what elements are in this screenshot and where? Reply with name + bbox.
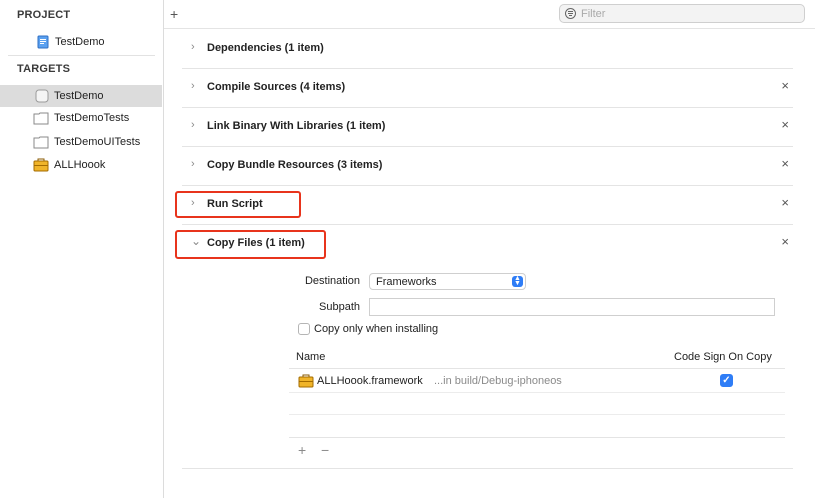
filter-input[interactable]: Filter — [559, 4, 805, 23]
updown-arrows-icon: ▲ ▼ — [512, 275, 523, 287]
toolbox-icon — [298, 374, 314, 391]
sidebar-item-target-testdemo[interactable]: TestDemo — [0, 85, 162, 107]
phase-link-binary[interactable]: › Link Binary With Libraries (1 item) × — [182, 107, 793, 147]
chevron-right-icon[interactable]: › — [191, 80, 195, 92]
remove-phase-button[interactable]: × — [781, 234, 789, 249]
framework-location: ...in build/Debug-iphoneos — [434, 375, 562, 387]
target-app-icon — [35, 89, 49, 103]
table-row-empty — [289, 392, 785, 415]
phase-compile-sources[interactable]: › Compile Sources (4 items) × — [182, 68, 793, 108]
build-phases-panel: + Filter › Dependencies (1 item) › Compi… — [164, 0, 815, 498]
framework-name: ALLHoook.framework — [317, 375, 423, 387]
add-file-button[interactable]: + — [298, 442, 306, 458]
column-header-code-sign[interactable]: Code Sign On Copy — [674, 351, 772, 363]
sidebar-item-label: TestDemoTests — [54, 112, 130, 124]
phase-title: Compile Sources (4 items) — [207, 81, 346, 93]
column-header-name[interactable]: Name — [296, 351, 325, 363]
phase-dependencies[interactable]: › Dependencies (1 item) — [182, 29, 793, 69]
sidebar-item-target-testdemotests[interactable]: TestDemoTests — [0, 107, 162, 129]
remove-file-button[interactable]: − — [321, 442, 329, 458]
highlight-box-run-script — [175, 191, 301, 218]
sidebar-item-project[interactable]: TestDemo — [0, 31, 162, 53]
code-sign-checkbox[interactable]: ✓ — [720, 374, 733, 387]
build-phases-toolbar: + Filter — [164, 0, 815, 29]
sidebar-item-label: TestDemoUITests — [54, 136, 141, 148]
copy-only-checkbox[interactable] — [298, 323, 310, 335]
target-folder-icon — [33, 111, 49, 125]
sidebar-item-target-testdemouitests[interactable]: TestDemoUITests — [0, 131, 162, 153]
chevron-right-icon[interactable]: › — [191, 158, 195, 170]
destination-value: Frameworks — [376, 276, 437, 288]
phase-title: Link Binary With Libraries (1 item) — [207, 120, 386, 132]
table-row[interactable]: ALLHoook.framework ...in build/Debug-iph… — [289, 370, 785, 393]
sidebar: PROJECT TestDemo TARGETS TestDemo TestDe… — [0, 0, 164, 498]
filter-icon — [565, 8, 576, 19]
targets-section-header: TARGETS — [17, 63, 71, 75]
sidebar-item-label: TestDemo — [55, 36, 105, 48]
remove-phase-button[interactable]: × — [781, 156, 789, 171]
phase-title: Dependencies (1 item) — [207, 42, 324, 54]
sidebar-item-target-allhoook[interactable]: ALLHoook — [0, 154, 162, 176]
chevron-right-icon[interactable]: › — [191, 41, 195, 53]
chevron-right-icon[interactable]: › — [191, 119, 195, 131]
phase-copy-bundle-resources[interactable]: › Copy Bundle Resources (3 items) × — [182, 146, 793, 186]
add-build-phase-button[interactable]: + — [170, 5, 178, 23]
sidebar-item-label: ALLHoook — [54, 159, 106, 171]
highlight-box-copy-files — [175, 230, 326, 259]
table-header: Name Code Sign On Copy — [289, 346, 785, 369]
destination-select[interactable]: Frameworks ▲ ▼ — [369, 273, 526, 290]
subpath-label: Subpath — [319, 301, 360, 313]
toolbox-icon — [33, 158, 49, 172]
filter-placeholder: Filter — [581, 8, 606, 20]
remove-phase-button[interactable]: × — [781, 117, 789, 132]
project-section-header: PROJECT — [17, 9, 71, 21]
project-file-icon — [36, 35, 50, 49]
remove-phase-button[interactable]: × — [781, 78, 789, 93]
subpath-input[interactable] — [369, 298, 775, 316]
destination-label: Destination — [304, 275, 360, 287]
remove-phase-button[interactable]: × — [781, 195, 789, 210]
sidebar-divider — [8, 55, 155, 56]
table-footer: + − — [289, 437, 785, 466]
sidebar-item-label: TestDemo — [54, 90, 104, 102]
copy-only-label: Copy only when installing — [314, 323, 439, 335]
target-folder-icon — [33, 135, 49, 149]
phase-title: Copy Bundle Resources (3 items) — [207, 159, 383, 171]
